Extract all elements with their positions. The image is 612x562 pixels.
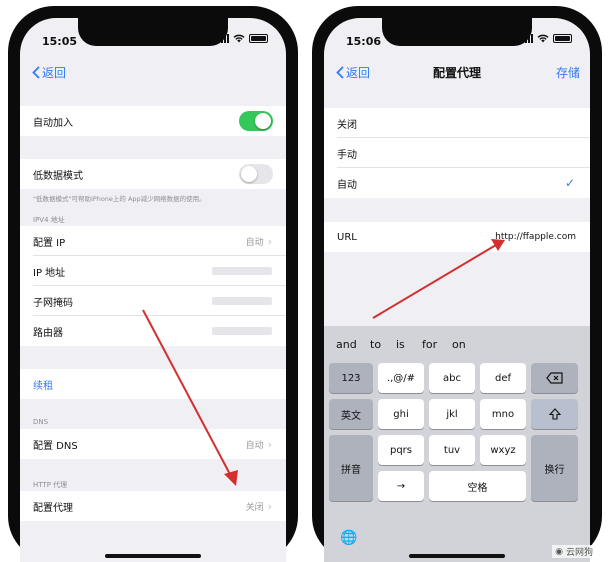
auto-join-toggle[interactable] <box>239 111 273 131</box>
back-label: 返回 <box>346 66 371 80</box>
proxy-option-label: 自动 <box>337 179 357 191</box>
shift-key[interactable] <box>531 399 578 429</box>
phone-left: 15:05 返回 自动加入 低数据模式 "低数据模式"可帮助iPhone上的 A… <box>8 6 298 562</box>
low-data-toggle[interactable] <box>239 164 273 184</box>
configure-ip-label: 配置 IP <box>33 237 66 249</box>
key-mno[interactable]: mno <box>480 399 526 429</box>
nav-bar: 返回 <box>20 60 286 86</box>
shift-arrow-icon <box>548 408 561 420</box>
battery-icon <box>553 34 572 43</box>
auto-join-label: 自动加入 <box>33 117 73 129</box>
chevron-right-icon: › <box>267 499 272 513</box>
http-proxy-section-header: HTTP 代理 <box>33 481 68 489</box>
suggestion-item[interactable]: for <box>422 338 437 351</box>
return-key[interactable]: 换行 <box>531 435 578 501</box>
checkmark-icon: ✓ <box>564 176 575 190</box>
key-jkl[interactable]: jkl <box>429 399 475 429</box>
auto-join-row: 自动加入 <box>20 106 286 136</box>
status-time: 15:05 <box>42 35 78 48</box>
chevron-left-icon <box>336 66 344 79</box>
key-ghi[interactable]: ghi <box>378 399 424 429</box>
back-button[interactable]: 返回 <box>336 64 370 81</box>
key-punctuation[interactable]: .,@/# <box>378 363 424 393</box>
wifi-icon <box>537 34 549 43</box>
keyboard: and to is for on 123 .,@/# abc def 英文 gh… <box>324 326 590 562</box>
ip-address-label: IP 地址 <box>33 267 66 279</box>
suggestion-item[interactable]: is <box>396 338 405 351</box>
suggestion-item[interactable]: on <box>452 338 466 351</box>
url-row[interactable]: URL http://ffapple.com <box>324 222 590 252</box>
backspace-icon <box>545 372 563 384</box>
configure-proxy-label: 配置代理 <box>33 502 73 514</box>
router-redacted <box>212 327 272 335</box>
configure-proxy-row[interactable]: 配置代理 关闭 › <box>20 491 286 521</box>
key-123[interactable]: 123 <box>329 363 373 393</box>
notch <box>382 18 532 46</box>
suggestion-item[interactable]: to <box>370 338 381 351</box>
key-wxyz[interactable]: wxyz <box>480 435 526 465</box>
wifi-settings-screen: 15:05 返回 自动加入 低数据模式 "低数据模式"可帮助iPhone上的 A… <box>20 18 286 562</box>
ip-address-row: IP 地址 <box>20 256 286 286</box>
proxy-option-auto[interactable]: 自动 ✓ <box>324 168 590 198</box>
router-label: 路由器 <box>33 327 63 339</box>
key-pqrs[interactable]: pqrs <box>378 435 424 465</box>
configure-dns-row[interactable]: 配置 DNS 自动 › <box>20 429 286 459</box>
proxy-option-label: 手动 <box>337 149 357 161</box>
subnet-mask-redacted <box>212 297 272 305</box>
chevron-right-icon: › <box>267 437 272 451</box>
nav-bar: 配置代理 返回 存储 <box>324 60 590 86</box>
ip-address-redacted <box>212 267 272 275</box>
proxy-option-manual[interactable]: 手动 <box>324 138 590 168</box>
wifi-icon <box>233 34 245 43</box>
url-field[interactable]: http://ffapple.com <box>495 232 576 242</box>
back-label: 返回 <box>42 66 67 80</box>
suggestion-item[interactable]: and <box>336 338 357 351</box>
space-key[interactable]: 空格 <box>429 471 526 501</box>
ipv4-section-header: IPV4 地址 <box>33 216 65 224</box>
watermark-text: 云网狗 <box>565 548 593 558</box>
back-button[interactable]: 返回 <box>32 64 66 81</box>
wechat-icon: ◉ <box>555 546 563 557</box>
proxy-option-label: 关闭 <box>337 119 357 131</box>
url-label: URL <box>337 231 357 243</box>
configure-dns-value: 自动 <box>245 440 264 451</box>
configure-dns-label: 配置 DNS <box>33 440 78 452</box>
configure-ip-value: 自动 <box>245 237 264 248</box>
backspace-key[interactable] <box>531 363 578 393</box>
subnet-mask-label: 子网掩码 <box>33 297 73 309</box>
globe-icon[interactable]: 🌐 <box>340 530 357 546</box>
proxy-option-off[interactable]: 关闭 <box>324 108 590 138</box>
arrow-key[interactable]: → <box>378 471 424 501</box>
subnet-mask-row: 子网掩码 <box>20 286 286 316</box>
notch <box>78 18 228 46</box>
key-pinyin[interactable]: 拼音 <box>329 435 373 501</box>
key-tuv[interactable]: tuv <box>429 435 475 465</box>
home-indicator <box>105 554 201 558</box>
dns-section-header: DNS <box>33 418 49 426</box>
key-english[interactable]: 英文 <box>329 399 373 429</box>
chevron-right-icon: › <box>267 234 272 248</box>
chevron-left-icon <box>32 66 40 79</box>
key-def[interactable]: def <box>480 363 526 393</box>
status-time: 15:06 <box>346 35 382 48</box>
home-indicator <box>409 554 505 558</box>
configure-ip-row[interactable]: 配置 IP 自动 › <box>20 226 286 256</box>
renew-lease-label: 续租 <box>33 380 53 392</box>
configure-proxy-value: 关闭 <box>245 502 264 513</box>
save-button[interactable]: 存储 <box>556 64 580 81</box>
phone-right: 15:06 配置代理 返回 存储 关闭 手动 自动 ✓ URL http://f… <box>312 6 602 562</box>
key-abc[interactable]: abc <box>429 363 475 393</box>
low-data-note: "低数据模式"可帮助iPhone上的 App减少网络数据的使用。 <box>33 195 206 203</box>
suggestion-bar: and to is for on <box>324 326 590 358</box>
router-row: 路由器 <box>20 316 286 346</box>
low-data-row: 低数据模式 <box>20 159 286 189</box>
low-data-label: 低数据模式 <box>33 170 83 182</box>
renew-lease-row[interactable]: 续租 <box>20 369 286 399</box>
proxy-config-screen: 15:06 配置代理 返回 存储 关闭 手动 自动 ✓ URL http://f… <box>324 18 590 562</box>
battery-icon <box>249 34 268 43</box>
watermark: ◉ 云网狗 <box>552 545 596 558</box>
